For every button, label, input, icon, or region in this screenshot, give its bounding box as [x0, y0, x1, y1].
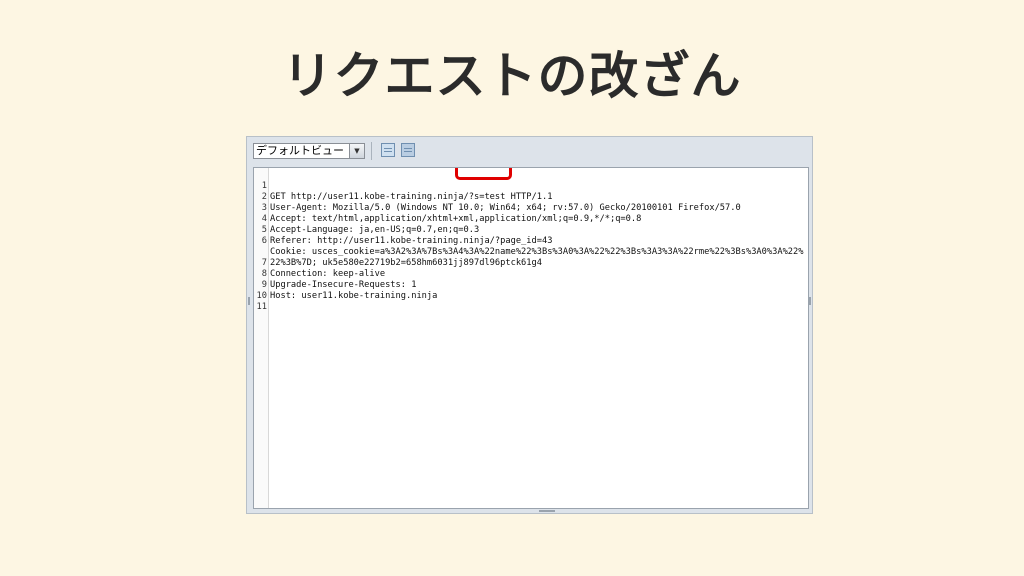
code-line: 8 Upgrade-Insecure-Requests: 1 — [254, 258, 417, 290]
tampered-parameter-highlight — [455, 168, 512, 180]
line-text: Host: user11.kobe-training.ninja — [270, 291, 438, 301]
dropdown-arrow-icon[interactable]: ▼ — [349, 144, 364, 158]
code-line: 6 Cookie: usces_cookie=a%3A2%3A%7Bs%3A4%… — [254, 225, 804, 257]
line-text: Cookie: usces_cookie=a%3A2%3A%7Bs%3A4%3A… — [270, 247, 804, 257]
line-text: 22%3B%7D; uk5e580e22719b2=658hm6031jj897… — [270, 258, 542, 268]
line-text: Accept-Language: ja,en-US;q=0.7,en;q=0.3 — [270, 225, 480, 235]
single-pane-icon[interactable] — [381, 143, 395, 157]
code-line: 11 — [254, 291, 285, 312]
toolbar: デフォルトビュー ▼ — [247, 137, 812, 165]
code-line: 3 Accept: text/html,application/xhtml+xm… — [254, 192, 642, 224]
code-line: 22%3B%7D; uk5e580e22719b2=658hm6031jj897… — [254, 236, 542, 268]
code-line: 5 Referer: http://user11.kobe-training.n… — [254, 214, 553, 246]
line-text: Upgrade-Insecure-Requests: 1 — [270, 280, 417, 290]
code-line: 9 Host: user11.kobe-training.ninja — [254, 269, 438, 301]
line-text: Accept: text/html,application/xhtml+xml,… — [270, 214, 642, 224]
line-text: Connection: keep-alive — [270, 269, 386, 279]
resize-grip-left[interactable] — [248, 297, 250, 305]
code-line: 1 GET http://user11.kobe-training.ninja/… — [254, 170, 553, 202]
line-text: Referer: http://user11.kobe-training.nin… — [270, 236, 553, 246]
split-pane-icon[interactable] — [401, 143, 415, 157]
request-text-editor[interactable]: 1 GET http://user11.kobe-training.ninja/… — [253, 167, 809, 509]
line-text: User-Agent: Mozilla/5.0 (Windows NT 10.0… — [270, 203, 741, 213]
line-number: 11 — [256, 302, 267, 312]
view-select[interactable]: デフォルトビュー ▼ — [253, 143, 365, 159]
request-editor-window: デフォルトビュー ▼ 1 GET http://user11.kobe-trai… — [246, 136, 813, 514]
view-select-label: デフォルトビュー — [256, 144, 344, 157]
code-line: 7 Connection: keep-alive — [254, 247, 385, 279]
code-line: 2 User-Agent: Mozilla/5.0 (Windows NT 10… — [254, 181, 741, 213]
slide-title: リクエストの改ざん — [282, 47, 742, 105]
toolbar-separator — [371, 142, 372, 160]
line-text: GET http://user11.kobe-training.ninja/?s… — [270, 192, 553, 202]
resize-grip-bottom[interactable] — [539, 510, 555, 512]
code-line: 4 Accept-Language: ja,en-US;q=0.7,en;q=0… — [254, 203, 479, 235]
code-line: 10 — [254, 280, 285, 301]
resize-grip-right[interactable] — [809, 297, 811, 305]
